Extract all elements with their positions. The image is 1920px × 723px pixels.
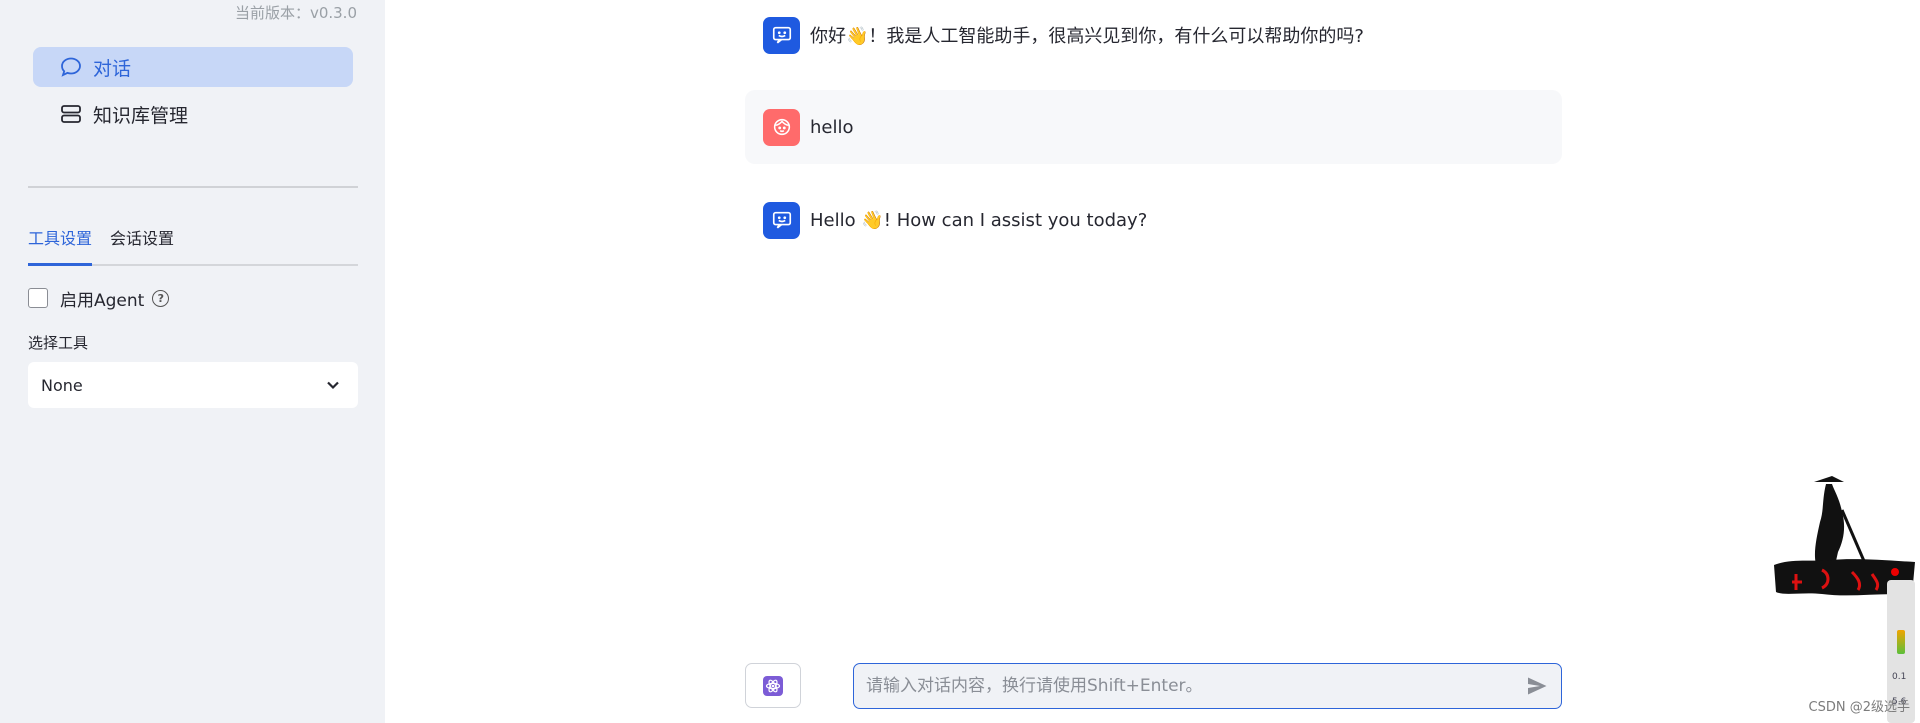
message-text: 你好👋！我是人工智能助手，很高兴见到你，有什么可以帮助你的吗? [810,26,1364,47]
plugin-button[interactable] [745,663,801,708]
tool-select-value: None [41,375,83,395]
send-icon[interactable] [1525,673,1551,699]
bot-avatar-icon [763,16,800,54]
net-up-value: 0.1 [1892,672,1907,682]
chat-bubble-icon [59,55,83,79]
chat-message-assistant: 你好👋！我是人工智能助手，很高兴见到你，有什么可以帮助你的吗? [745,15,1562,55]
usage-bar [1897,630,1905,654]
bot-avatar-icon [763,201,800,239]
chat-input[interactable] [864,675,1508,697]
chevron-down-icon [327,381,339,390]
nav-item-chat[interactable]: 对话 [33,47,353,87]
sidebar-divider [28,186,358,188]
enable-agent-checkbox[interactable] [28,288,48,308]
nav-item-label: 对话 [93,57,132,80]
chat-input-box [853,663,1562,709]
sidebar: 当前版本：v0.3.0 对话 知识库管理 工具设置 会话设置 启用Agent ?… [0,0,385,723]
message-text: Hello 👋! How can I assist you today? [810,209,1148,231]
enable-agent-label: 启用Agent [60,290,145,311]
database-icon [59,102,83,126]
message-text: hello [810,116,854,138]
help-icon[interactable]: ? [152,289,170,307]
csdn-watermark: CSDN @2级选手 [1808,700,1910,715]
agent-toggle-row: 启用Agent ? [28,284,170,312]
tool-select-label: 选择工具 [28,334,89,352]
tab-tool-settings[interactable]: 工具设置 [28,222,93,266]
nav-item-label: 知识库管理 [93,104,189,127]
tab-session-settings[interactable]: 会话设置 [110,222,174,264]
chat-message-user: hello [745,90,1562,164]
user-avatar-icon [763,108,800,146]
version-label: 当前版本：v0.3.0 [234,4,357,22]
settings-tabs: 工具设置 会话设置 [28,222,358,266]
nav-item-knowledge-base[interactable]: 知识库管理 [33,94,353,134]
atom-icon [763,675,783,696]
chat-message-assistant: Hello 👋! How can I assist you today? [745,199,1562,241]
tool-select[interactable]: None [28,362,358,408]
